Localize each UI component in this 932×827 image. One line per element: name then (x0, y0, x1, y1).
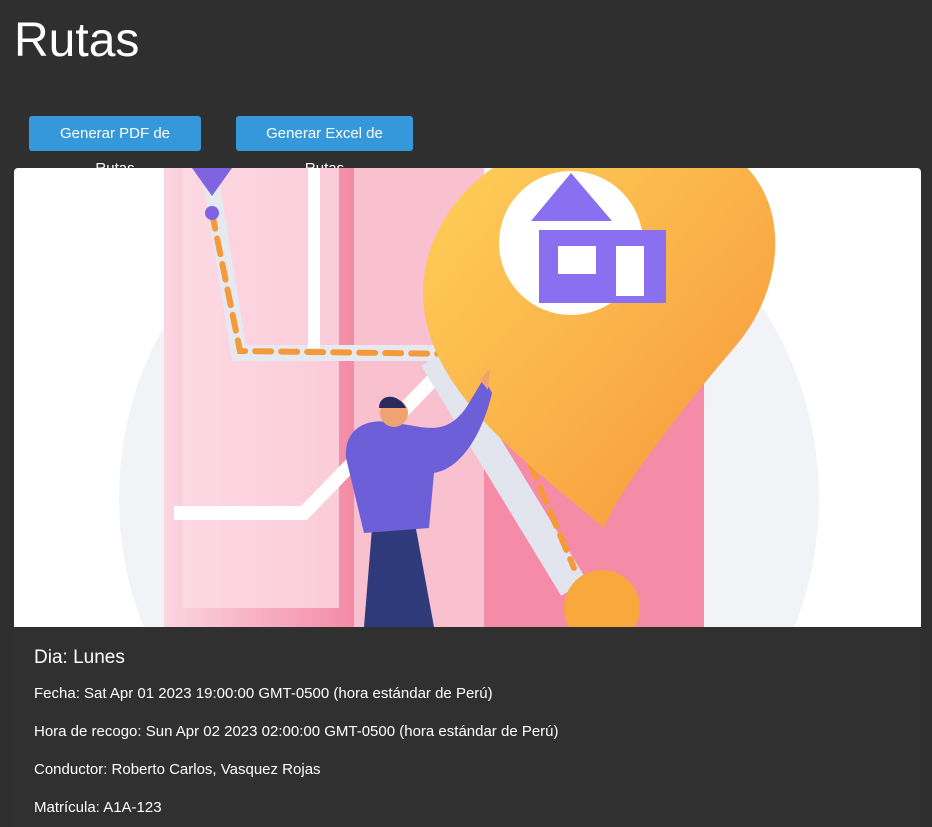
driver-text: Conductor: Roberto Carlos, Vasquez Rojas (34, 761, 321, 778)
card-body: Dia: Lunes Fecha: Sat Apr 01 2023 19:00:… (34, 644, 904, 827)
day-label: Dia: Lunes (34, 647, 125, 668)
map-location-illustration-icon (119, 168, 819, 627)
route-card: Dia: Lunes Fecha: Sat Apr 01 2023 19:00:… (14, 168, 921, 827)
generate-excel-button[interactable]: Generar Excel de Rutas (236, 116, 413, 177)
pickup-time-text: Hora de recogo: Sun Apr 02 2023 02:00:00… (34, 723, 559, 740)
generate-pdf-button[interactable]: Generar PDF de Rutas (29, 116, 201, 177)
plate-text: Matrícula: A1A-123 (34, 799, 162, 816)
route-illustration (14, 168, 921, 627)
date-text: Fecha: Sat Apr 01 2023 19:00:00 GMT-0500… (34, 685, 493, 702)
page-title: Rutas (14, 14, 140, 67)
